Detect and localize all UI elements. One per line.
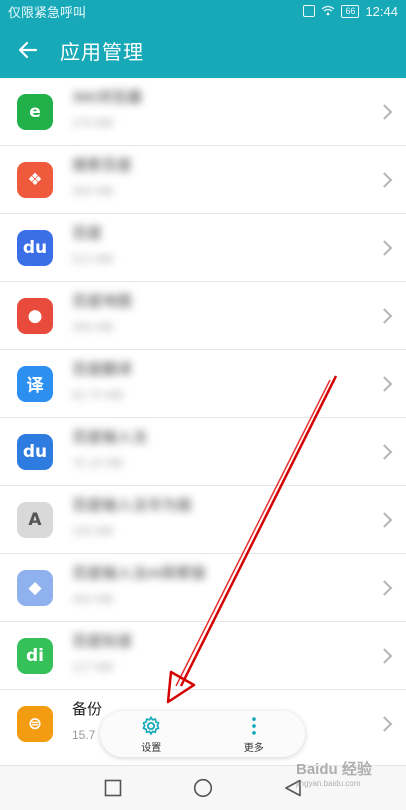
chevron-right-icon: [376, 103, 393, 120]
more-vertical-icon: [251, 716, 256, 735]
app-size: 276 MB: [72, 116, 114, 130]
app-name: 百度输入法AI探索版: [72, 565, 207, 582]
bot-icon: ◆: [17, 569, 53, 606]
chevron-right-icon: [376, 715, 393, 732]
gear-icon: [142, 715, 160, 735]
watermark-sub: jingyan.baidu.com: [296, 779, 361, 788]
app-size: 356 MB: [72, 320, 114, 334]
chevron-right-icon: [376, 579, 393, 596]
app-size: 62.70 MB: [72, 388, 124, 402]
more-button[interactable]: 更多: [243, 715, 265, 754]
app-texts: 百度翻译 62.70 MB: [72, 359, 346, 403]
app-list-item[interactable]: du 百度输入法 75.15 MB: [0, 418, 406, 486]
chevron-right-icon: [376, 307, 393, 324]
app-size: 512 MB: [72, 252, 114, 266]
app-list-item[interactable]: du 百度 512 MB: [0, 214, 406, 282]
app-list-item[interactable]: ● 百度地图 356 MB: [0, 282, 406, 350]
circle-icon: [193, 778, 213, 798]
app-name: 百度输入法: [72, 429, 148, 446]
app-texts: 百度输入法AI探索版 400 MB: [72, 563, 346, 607]
app-list-item[interactable]: ❖ 搜索百度 300 MB: [0, 146, 406, 214]
app-name: 360浏览器: [72, 89, 143, 106]
app-list-item[interactable]: di 百度知道 127 MB: [0, 622, 406, 690]
translate-icon: 译: [17, 365, 53, 402]
app-size: 300 MB: [72, 184, 114, 198]
chevron-right-icon: [376, 511, 393, 528]
bottom-menu: 设置 更多: [100, 711, 305, 757]
app-texts: 360浏览器 276 MB: [72, 87, 346, 131]
globe-e-icon: e: [17, 93, 53, 130]
app-size: 127 MB: [72, 660, 114, 674]
backup-icon: ⊜: [17, 705, 53, 742]
carrier-text: 仅限紧急呼叫: [8, 4, 87, 20]
app-list-item[interactable]: e 360浏览器 276 MB: [0, 78, 406, 146]
chevron-right-icon: [376, 375, 393, 392]
app-texts: 百度知道 127 MB: [72, 631, 346, 675]
app-texts: 百度输入法华为版 156 MB: [72, 495, 346, 539]
back-button[interactable]: [0, 22, 56, 78]
app-name: 搜索百度: [72, 157, 133, 174]
status-bar: 仅限紧急呼叫 66 12:44: [0, 0, 406, 22]
app-texts: 百度 512 MB: [72, 223, 346, 267]
app-texts: 搜索百度 300 MB: [72, 155, 346, 199]
wifi-icon: [321, 4, 335, 19]
app-name: 百度输入法华为版: [72, 497, 193, 514]
clock: 12:44: [365, 3, 398, 19]
app-texts: 百度输入法 75.15 MB: [72, 427, 346, 471]
map-pin-icon: ●: [17, 297, 53, 334]
signal-icon: [303, 5, 316, 17]
app-list-item[interactable]: 译 百度翻译 62.70 MB: [0, 350, 406, 418]
app-bar: 应用管理: [0, 22, 406, 78]
chevron-right-icon: [376, 647, 393, 664]
settings-label: 设置: [141, 742, 162, 754]
watermark: Baidu 经验 jingyan.baidu.com: [296, 758, 396, 788]
chevron-right-icon: [376, 239, 393, 256]
status-icons: 66 12:44: [303, 4, 398, 19]
app-size: 400 MB: [72, 592, 114, 606]
square-icon: [104, 779, 122, 797]
chevron-right-icon: [376, 443, 393, 460]
keyboard-du-icon: du: [17, 433, 53, 470]
recents-button[interactable]: [68, 779, 158, 797]
watermark-text: Baidu 经验: [296, 761, 372, 778]
game-icon: ❖: [17, 161, 53, 198]
settings-button[interactable]: 设置: [140, 715, 162, 754]
app-name: 百度翻译: [72, 361, 133, 378]
chevron-right-icon: [376, 171, 393, 188]
baidu-paw-icon: du: [17, 229, 53, 266]
app-name: 百度: [72, 225, 103, 242]
app-texts: 百度地图 356 MB: [72, 291, 346, 335]
app-list: e 360浏览器 276 MB ❖ 搜索百度 300 MB du 百度 512 MB ● 百度地图 3…: [0, 78, 406, 757]
arrow-left-icon: [18, 41, 38, 59]
app-name: 百度地图: [72, 293, 133, 310]
battery-icon: 66: [341, 4, 360, 18]
app-size: 75.15 MB: [72, 456, 124, 470]
a-letter-icon: A: [17, 501, 53, 538]
app-size: 156 MB: [72, 524, 114, 538]
app-list-item[interactable]: A 百度输入法华为版 156 MB: [0, 486, 406, 554]
app-list-item[interactable]: ◆ 百度输入法AI探索版 400 MB: [0, 554, 406, 622]
app-name: 百度知道: [72, 633, 133, 650]
page-title: 应用管理: [60, 41, 144, 64]
zhidao-icon: di: [17, 637, 53, 674]
more-label: 更多: [243, 742, 264, 754]
home-button[interactable]: [158, 778, 248, 798]
